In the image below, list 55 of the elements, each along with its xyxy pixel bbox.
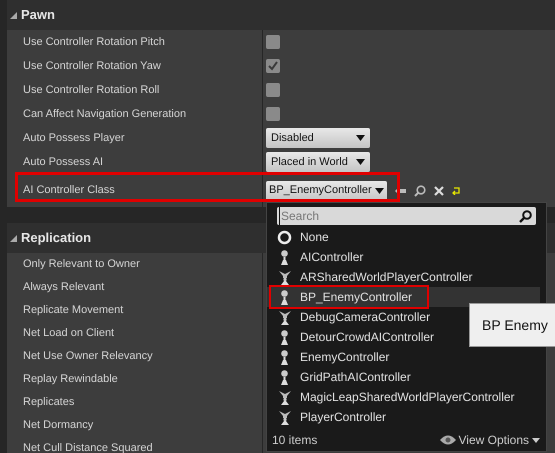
pawn-icon [280,350,289,364]
section-header[interactable]: Pawn [7,0,555,30]
class-list-item[interactable]: MagicLeapSharedWorldPlayerController [267,387,540,407]
figure-icon [278,410,290,424]
property-label: Use Controller Rotation Roll [23,82,160,98]
class-list-item[interactable]: AIController [267,247,540,267]
view-options-button[interactable]: View Options [440,431,540,449]
figure-icon [278,390,290,404]
class-list-item[interactable]: GridPathAIController [267,367,540,387]
property-label: Auto Possess AI [23,154,104,170]
close-icon[interactable] [434,186,444,196]
class-list-item[interactable]: EnemyController [267,347,540,367]
pawn-icon [280,250,289,264]
figure-icon [278,310,290,324]
pawn-icon [280,290,289,304]
checkbox[interactable] [266,107,280,121]
check-icon [268,61,278,71]
eye-icon [440,435,456,445]
property-label: Auto Possess Player [23,130,124,146]
item-count: 10 items [272,432,318,449]
section-title: Pawn [21,6,55,24]
property-label: Net Use Owner Relevancy [23,349,153,364]
class-list-item[interactable]: PlayerController [267,407,540,427]
property-label: Can Affect Navigation Generation [23,106,186,122]
pawn-icon [280,330,289,344]
caret-icon [356,135,365,141]
reset-arrow-icon[interactable] [452,186,461,194]
dropdown[interactable]: Placed in World [266,152,370,172]
radio-circle-icon [277,230,292,244]
property-label: AI Controller Class [23,183,115,198]
property-label: Always Relevant [23,280,104,296]
search-icon [519,210,532,222]
tooltip: BP Enemy [469,303,555,347]
property-label: Replay Rewindable [23,372,118,388]
property-label: Replicate Movement [23,303,124,318]
property-label: Replicates [23,395,74,410]
class-dropdown[interactable]: BP_EnemyController [266,180,387,200]
property-label: Use Controller Rotation Pitch [23,34,165,50]
property-label: Net Dormancy [23,418,94,434]
class-list-item[interactable]: None [267,227,540,247]
checkbox[interactable] [266,35,280,49]
checkbox[interactable] [266,83,280,97]
class-list-item[interactable]: ARSharedWorldPlayerController [267,267,540,287]
class-list-item[interactable]: BP_EnemyController [267,287,540,307]
pawn-icon [280,370,289,384]
property-label: Only Relevant to Owner [23,257,140,272]
caret-icon [356,159,365,165]
property-label: Use Controller Rotation Yaw [23,58,161,74]
checkbox[interactable] [266,59,280,73]
figure-icon [278,270,290,284]
section-title: Replication [21,229,92,248]
dropdown[interactable]: Disabled [266,128,370,148]
search-icon[interactable] [414,184,426,196]
property-label: Net Load on Client [23,326,114,342]
caret-icon [374,188,384,194]
